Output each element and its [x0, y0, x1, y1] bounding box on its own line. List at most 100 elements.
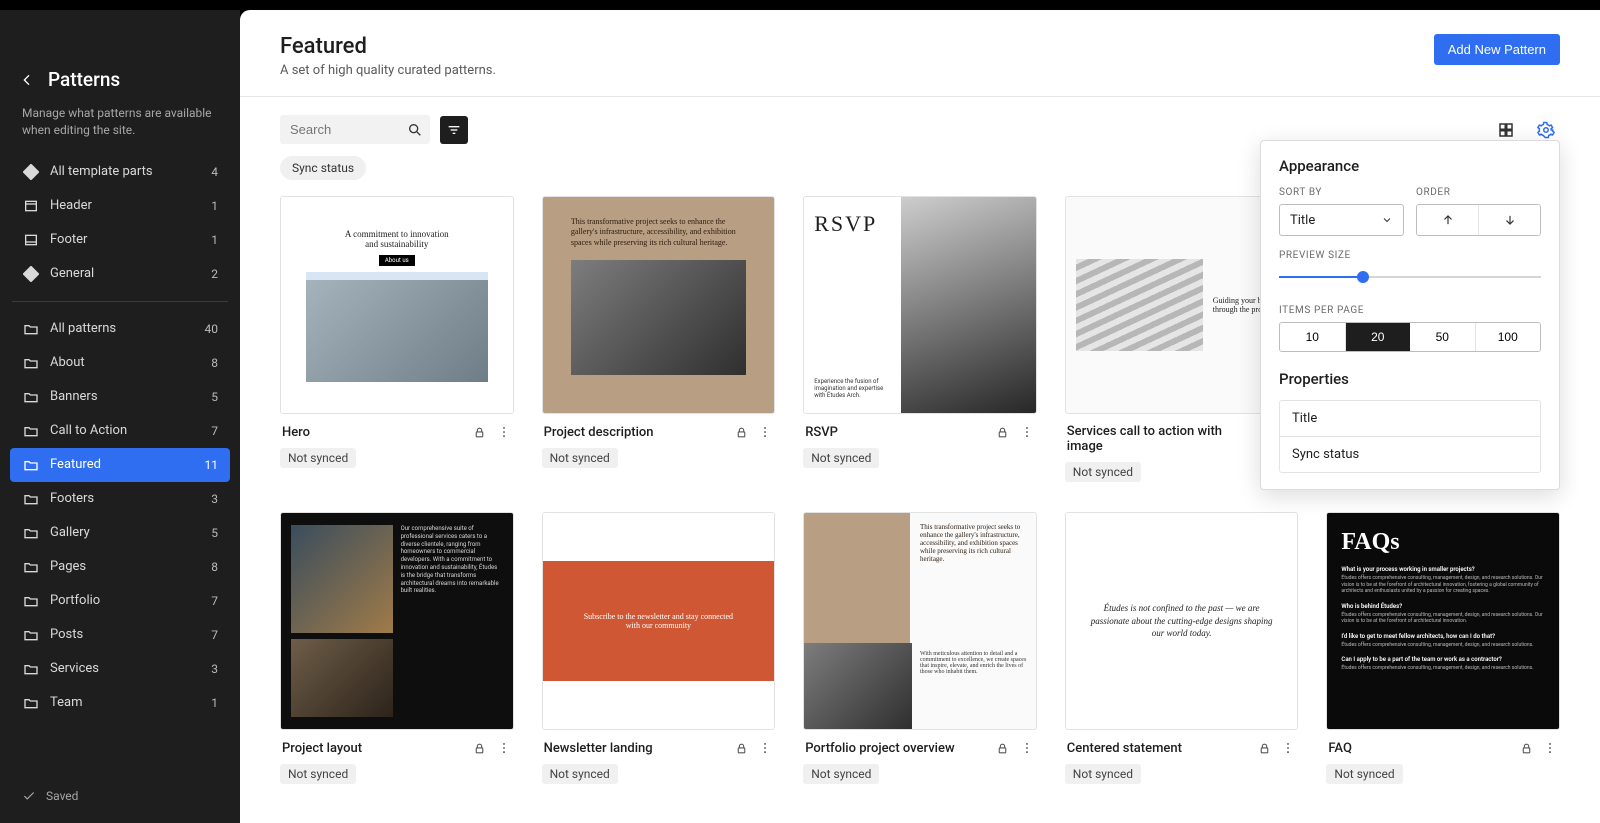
sidebar-item-services[interactable]: Services3 [10, 652, 230, 686]
items-per-page-50[interactable]: 50 [1410, 323, 1475, 351]
pattern-thumbnail[interactable]: Subscribe to the newsletter and stay con… [542, 512, 776, 730]
chevron-down-icon [1381, 214, 1393, 226]
sidebar-item-pages[interactable]: Pages8 [10, 550, 230, 584]
sidebar-item-label: About [50, 355, 85, 370]
sidebar-item-general[interactable]: General2 [10, 257, 230, 291]
folder-icon [22, 558, 40, 576]
items-per-page-10[interactable]: 10 [1280, 323, 1345, 351]
more-options-button[interactable] [757, 424, 773, 440]
sort-by-value: Title [1290, 213, 1315, 228]
properties-heading: Properties [1279, 370, 1541, 388]
sidebar-item-footers[interactable]: Footers3 [10, 482, 230, 516]
sidebar-item-team[interactable]: Team1 [10, 686, 230, 720]
folder-icon [22, 524, 40, 542]
pattern-thumbnail[interactable]: Études is not confined to the past — we … [1065, 512, 1299, 730]
sort-by-select[interactable]: Title [1279, 204, 1404, 236]
folder-icon [22, 694, 40, 712]
sidebar-item-label: All template parts [50, 164, 153, 179]
sidebar-item-count: 7 [211, 424, 218, 438]
sync-status-tag: Not synced [803, 448, 879, 468]
sidebar-item-banners[interactable]: Banners5 [10, 380, 230, 414]
sidebar-item-count: 7 [211, 594, 218, 608]
pattern-card: Our comprehensive suite of professional … [280, 512, 514, 784]
sync-status-tag: Not synced [542, 764, 618, 784]
pattern-title: FAQ [1328, 741, 1352, 756]
sidebar-item-label: Posts [50, 627, 83, 642]
lock-icon [733, 740, 749, 756]
sidebar-item-gallery[interactable]: Gallery 5 [10, 516, 230, 550]
lock-icon [995, 424, 1011, 440]
order-asc-button[interactable] [1417, 205, 1478, 235]
add-new-pattern-button[interactable]: Add New Pattern [1434, 34, 1560, 65]
filter-button[interactable] [440, 116, 468, 144]
sidebar-item-about[interactable]: About8 [10, 346, 230, 380]
sidebar-item-count: 1 [211, 199, 218, 213]
pattern-title: Newsletter landing [544, 741, 653, 756]
order-desc-button[interactable] [1478, 205, 1540, 235]
pattern-thumbnail[interactable]: RSVPExperience the fusion of imagination… [803, 196, 1037, 414]
sidebar-heading: Patterns [48, 68, 120, 91]
pattern-title: RSVP [805, 425, 838, 440]
folder-icon [22, 354, 40, 372]
main-content: Featured A set of high quality curated p… [240, 10, 1600, 823]
pattern-thumbnail[interactable]: Our comprehensive suite of professional … [280, 512, 514, 730]
back-icon[interactable] [18, 71, 36, 89]
sidebar-item-featured[interactable]: Featured 11 [10, 448, 230, 482]
sidebar-item-count: 2 [211, 267, 218, 281]
sidebar-item-header[interactable]: Header 1 [10, 189, 230, 223]
sidebar-item-all-template-parts[interactable]: All template parts4 [10, 155, 230, 189]
sidebar-item-all-patterns[interactable]: All patterns40 [10, 312, 230, 346]
page-subtitle: A set of high quality curated patterns. [280, 63, 496, 78]
more-options-button[interactable] [1280, 740, 1296, 756]
more-options-button[interactable] [1019, 740, 1035, 756]
property-sync-status[interactable]: Sync status [1280, 436, 1540, 472]
folder-icon [22, 388, 40, 406]
general-icon [22, 265, 40, 283]
folder-icon [22, 592, 40, 610]
lock-icon [472, 424, 488, 440]
sidebar-item-label: Header [50, 198, 92, 213]
sort-by-label: SORT BY [1279, 187, 1404, 198]
saved-label: Saved [46, 789, 78, 803]
pattern-title: Portfolio project overview [805, 741, 954, 756]
arrow-down-icon [1503, 213, 1517, 227]
more-options-button[interactable] [1542, 740, 1558, 756]
lock-icon [1518, 740, 1534, 756]
property-title[interactable]: Title [1280, 401, 1540, 436]
pattern-thumbnail[interactable]: A commitment to innovationand sustainabi… [280, 196, 514, 414]
items-per-page-100[interactable]: 100 [1475, 323, 1541, 351]
more-options-button[interactable] [1019, 424, 1035, 440]
pattern-thumbnail[interactable]: This transformative project seeks to enh… [542, 196, 776, 414]
sidebar-item-label: Footer [50, 232, 87, 247]
items-per-page-label: ITEMS PER PAGE [1279, 305, 1541, 316]
more-options-button[interactable] [496, 740, 512, 756]
sidebar-item-count: 11 [205, 458, 219, 472]
pattern-title: Project description [544, 425, 654, 440]
preview-size-slider[interactable] [1279, 267, 1541, 287]
sidebar-item-label: Services [50, 661, 99, 676]
sync-status-chip[interactable]: Sync status [280, 156, 366, 180]
sidebar-item-count: 5 [211, 390, 218, 404]
pattern-thumbnail[interactable]: FAQsWhat is your process working in smal… [1326, 512, 1560, 730]
sidebar-item-label: Featured [50, 457, 101, 472]
sidebar: Patterns Manage what patterns are availa… [0, 10, 240, 823]
items-per-page-20[interactable]: 20 [1345, 323, 1411, 351]
sync-status-tag: Not synced [803, 764, 879, 784]
sidebar-item-footer[interactable]: Footer1 [10, 223, 230, 257]
sidebar-item-count: 5 [211, 526, 218, 540]
more-options-button[interactable] [496, 424, 512, 440]
sidebar-item-portfolio[interactable]: Portfolio7 [10, 584, 230, 618]
more-options-button[interactable] [757, 740, 773, 756]
search-button[interactable] [404, 119, 426, 141]
sync-status-tag: Not synced [1065, 764, 1141, 784]
sidebar-item-label: Call to Action [50, 423, 127, 438]
sidebar-item-label: Gallery [50, 525, 90, 540]
page-title: Featured [280, 34, 496, 59]
pattern-card: A commitment to innovationand sustainabi… [280, 196, 514, 482]
pattern-thumbnail[interactable]: This transformative project seeks to enh… [803, 512, 1037, 730]
lock-icon [733, 424, 749, 440]
sidebar-item-call-to-action[interactable]: Call to Action 7 [10, 414, 230, 448]
sidebar-item-posts[interactable]: Posts7 [10, 618, 230, 652]
sidebar-item-label: All patterns [50, 321, 116, 336]
order-label: ORDER [1416, 187, 1541, 198]
